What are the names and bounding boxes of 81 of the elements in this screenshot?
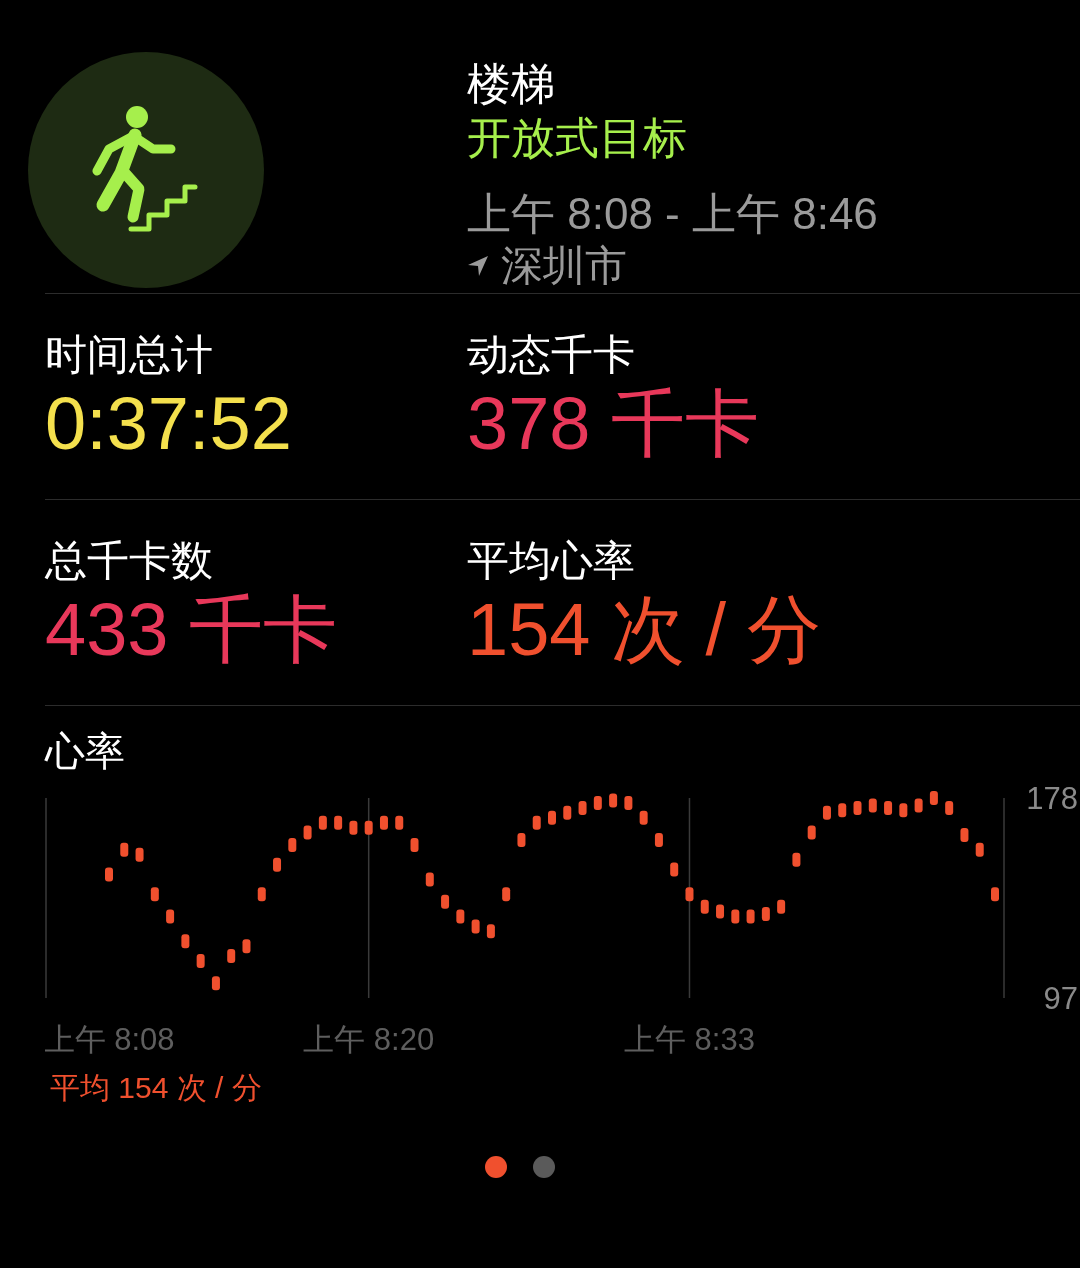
heart-rate-bar <box>654 833 663 847</box>
heart-rate-bar <box>379 815 388 830</box>
heart-rate-bar <box>288 837 297 852</box>
heart-rate-bar <box>395 815 404 830</box>
heart-rate-bar <box>227 949 236 964</box>
heart-rate-bar <box>731 909 740 924</box>
axis-label: 97 <box>1043 981 1078 1016</box>
heart-rate-bar <box>181 934 190 949</box>
heart-rate-bar <box>410 837 419 852</box>
page-dot[interactable] <box>485 1156 507 1178</box>
heart-rate-bar <box>548 810 556 825</box>
heart-rate-bar <box>166 909 175 924</box>
heart-rate-bar <box>105 867 113 882</box>
heart-rate-bar <box>899 803 908 818</box>
axis-label: 上午 8:33 <box>624 1022 755 1057</box>
heart-rate-bar <box>685 887 694 902</box>
axis-label: 上午 8:20 <box>303 1022 435 1057</box>
heart-rate-bar <box>700 899 709 914</box>
heart-rate-bar <box>624 795 633 810</box>
metric-value: 433 千卡 <box>45 587 339 673</box>
workout-goal: 开放式目标 <box>467 112 688 164</box>
heart-rate-bar <box>242 939 251 954</box>
chart-title: 心率 <box>45 728 126 775</box>
heart-rate-bar <box>884 800 893 815</box>
heart-rate-bar <box>441 894 450 909</box>
heart-rate-bar <box>838 803 847 818</box>
heart-rate-bar <box>517 833 526 847</box>
heart-rate-bar <box>303 825 312 840</box>
heart-rate-bar <box>761 907 770 922</box>
heart-rate-bar <box>991 887 999 902</box>
heart-rate-bar <box>609 793 618 808</box>
average-heart-rate: 平均 154 次 / 分 <box>50 1070 263 1106</box>
workout-title: 楼梯 <box>467 58 556 110</box>
heart-rate-bar <box>853 800 862 815</box>
heart-rate-bar <box>532 815 541 830</box>
metric-label: 总千卡数 <box>45 536 214 586</box>
heart-rate-bar <box>960 828 969 843</box>
metric-label: 时间总计 <box>45 330 214 380</box>
metric-value: 378 千卡 <box>467 381 761 467</box>
heart-rate-bar <box>914 798 923 813</box>
heart-rate-bar <box>334 815 343 830</box>
heart-rate-bar <box>670 862 679 877</box>
page-dot[interactable] <box>533 1156 555 1178</box>
heart-rate-bar <box>486 924 495 939</box>
heart-rate-bar <box>807 825 816 840</box>
heart-rate-bar <box>777 899 786 914</box>
heart-rate-bar <box>639 810 648 825</box>
heart-rate-bar <box>364 820 373 835</box>
heart-rate-bar <box>120 842 129 857</box>
heart-rate-bar <box>746 909 755 924</box>
heart-rate-bar <box>196 953 205 968</box>
heart-rate-bar <box>929 791 938 805</box>
metric-label: 平均心率 <box>467 536 636 586</box>
heart-rate-bar <box>318 815 327 830</box>
heart-rate-bar <box>945 800 954 815</box>
metric-value: 0:37:52 <box>45 381 293 467</box>
heart-rate-bar <box>349 820 358 835</box>
location: 深圳市 <box>501 241 627 291</box>
axis-label: 上午 8:08 <box>45 1022 175 1057</box>
location-arrow-icon <box>467 255 489 277</box>
heart-rate-bar <box>456 909 465 924</box>
heart-rate-bar <box>211 976 220 991</box>
heart-rate-bar <box>502 887 511 902</box>
heart-rate-bar <box>578 800 587 815</box>
heart-rate-bar <box>273 857 282 872</box>
heart-rate-bar <box>425 872 434 887</box>
heart-rate-bar <box>868 798 877 813</box>
heart-rate-bar <box>563 805 572 820</box>
heart-rate-bar <box>716 904 725 919</box>
heart-rate-bar <box>257 887 266 902</box>
heart-rate-bar <box>150 887 159 902</box>
heart-rate-bar <box>471 919 480 934</box>
axis-label: 178 <box>1026 781 1078 816</box>
time-range: 上午 8:08 - 上午 8:46 <box>467 188 878 240</box>
heart-rate-bar <box>135 847 144 862</box>
heart-rate-bar <box>593 795 602 810</box>
metric-label: 动态千卡 <box>467 330 636 380</box>
metric-value: 154 次 / 分 <box>467 587 822 673</box>
heart-rate-bar <box>792 852 801 867</box>
heart-rate-bar <box>822 805 831 820</box>
heart-rate-bar <box>975 842 984 857</box>
